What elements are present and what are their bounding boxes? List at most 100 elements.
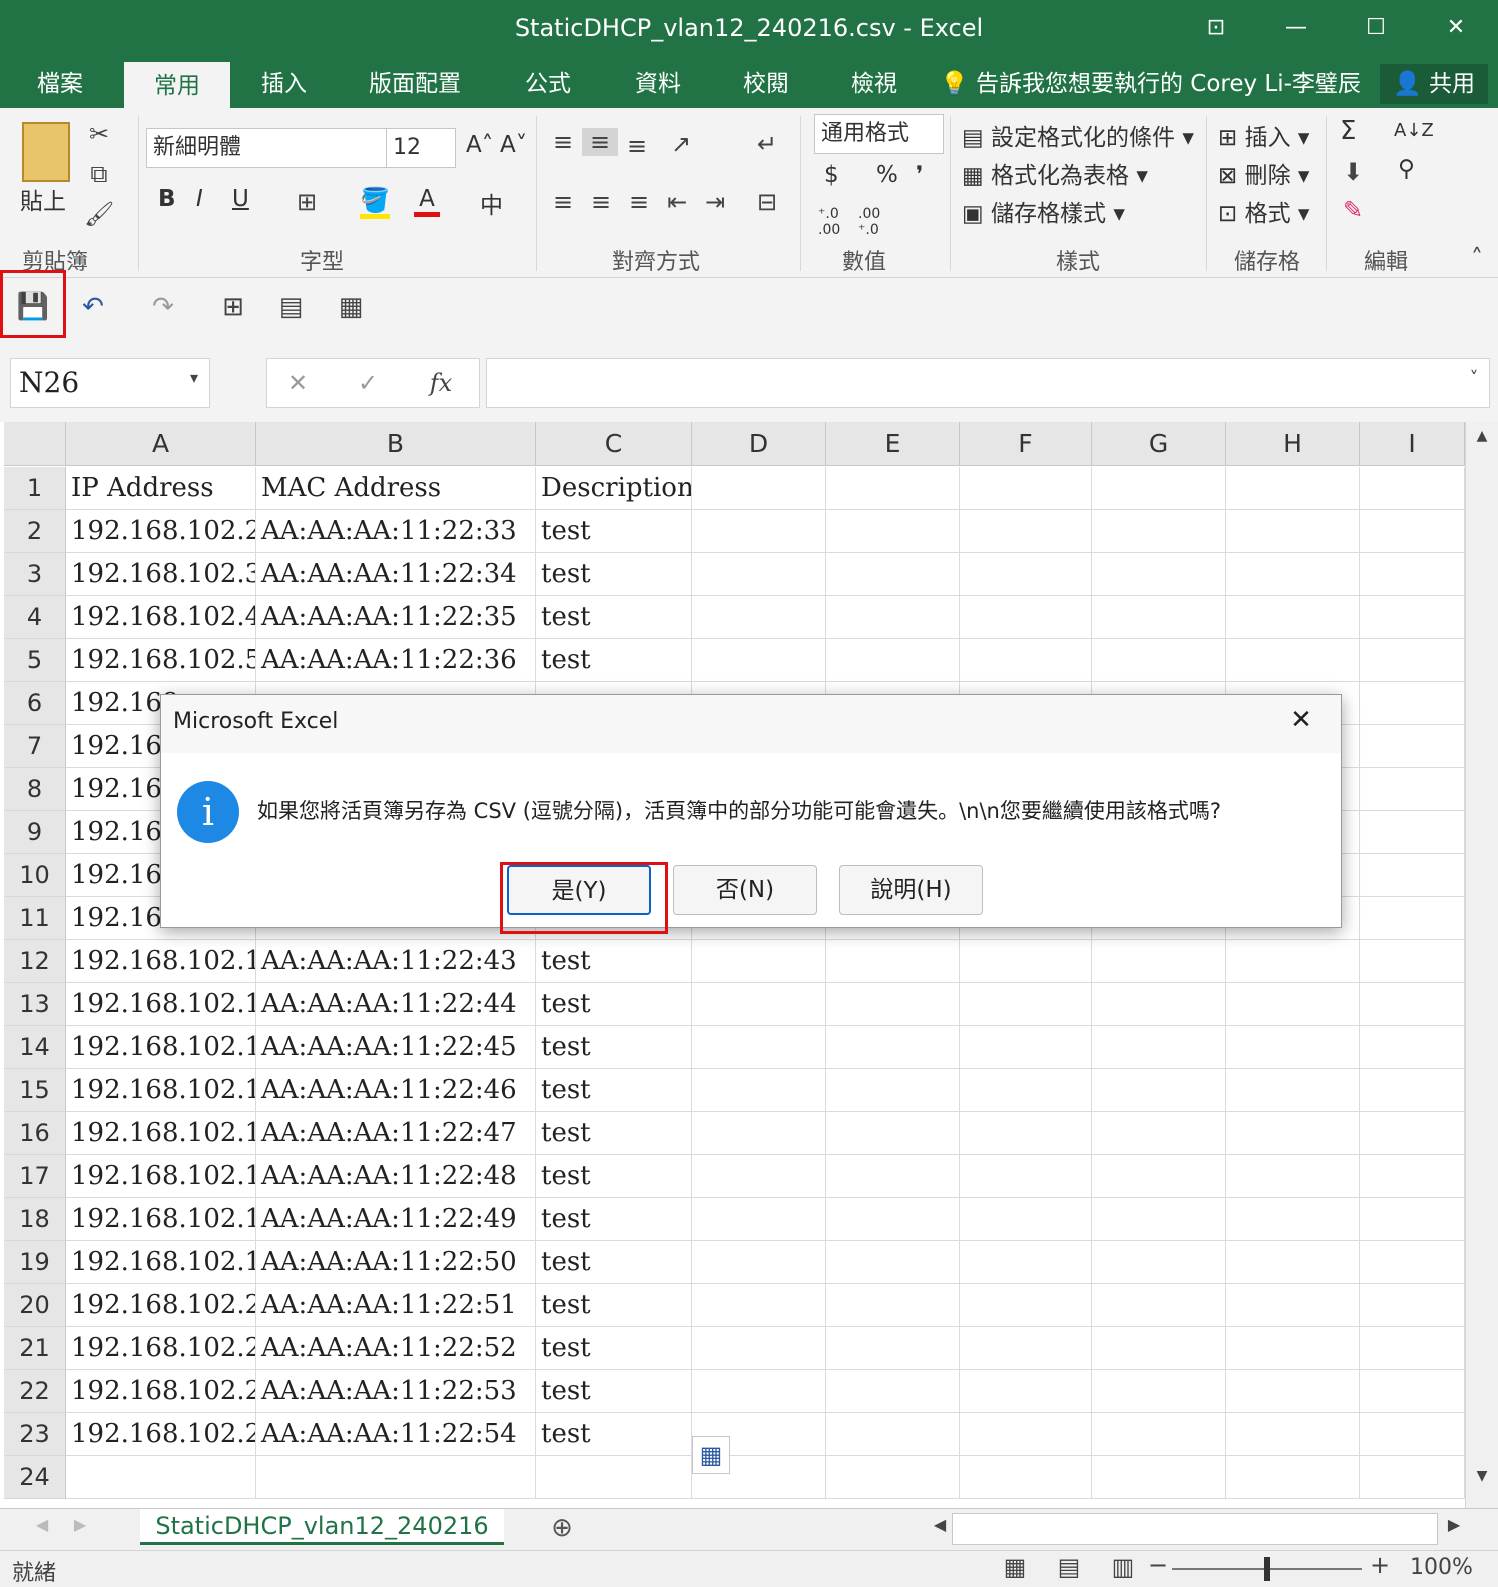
cell[interactable]: [692, 1069, 826, 1112]
bold-button[interactable]: B: [158, 186, 176, 212]
cell[interactable]: test: [536, 1413, 692, 1456]
cell[interactable]: AA:AA:AA:11:22:52: [256, 1327, 536, 1370]
decrease-indent-icon[interactable]: ⇤: [662, 188, 692, 216]
hscroll-left-icon[interactable]: ◀: [928, 1515, 952, 1534]
cell[interactable]: [1360, 1069, 1465, 1112]
cell[interactable]: 192.168.102.13: [66, 983, 256, 1026]
cell[interactable]: [960, 1069, 1092, 1112]
column-header-e[interactable]: E: [826, 422, 960, 466]
cell[interactable]: [1092, 1370, 1226, 1413]
tab-insert[interactable]: 插入: [236, 60, 332, 108]
borders-qat-icon[interactable]: ⊞: [216, 292, 250, 322]
cell[interactable]: [256, 1456, 536, 1499]
cell[interactable]: [1360, 1155, 1465, 1198]
row-header[interactable]: 11: [4, 897, 66, 940]
cell[interactable]: [1226, 1413, 1360, 1456]
row-header[interactable]: 14: [4, 1026, 66, 1069]
cell[interactable]: [1360, 1112, 1465, 1155]
cell[interactable]: [1092, 1198, 1226, 1241]
row-header[interactable]: 16: [4, 1112, 66, 1155]
prev-sheet-icon[interactable]: ◀: [30, 1515, 54, 1534]
row-header[interactable]: 17: [4, 1155, 66, 1198]
paste-icon[interactable]: [22, 122, 70, 182]
shrink-font-icon[interactable]: A˅: [500, 132, 527, 158]
cell[interactable]: [1360, 553, 1465, 596]
cell[interactable]: AA:AA:AA:11:22:34: [256, 553, 536, 596]
cell[interactable]: AA:AA:AA:11:22:45: [256, 1026, 536, 1069]
align-right-icon[interactable]: ≡: [624, 188, 654, 216]
cell[interactable]: [1092, 983, 1226, 1026]
column-header-f[interactable]: F: [960, 422, 1092, 466]
cell[interactable]: [826, 1069, 960, 1112]
cell[interactable]: [1092, 1112, 1226, 1155]
cell[interactable]: test: [536, 983, 692, 1026]
cell[interactable]: [826, 1112, 960, 1155]
cell[interactable]: [1360, 1413, 1465, 1456]
dialog-close-icon[interactable]: ✕: [1283, 705, 1319, 735]
undo-icon[interactable]: ↶: [76, 292, 110, 322]
cell[interactable]: test: [536, 1370, 692, 1413]
cell[interactable]: test: [536, 639, 692, 682]
close-window-button[interactable]: ✕: [1436, 10, 1476, 46]
cell[interactable]: [1226, 1198, 1360, 1241]
cell[interactable]: 192.168.102.3: [66, 553, 256, 596]
cancel-icon[interactable]: ✕: [283, 369, 313, 397]
page-layout-view-icon[interactable]: ▤: [1054, 1553, 1084, 1581]
cell[interactable]: [1226, 510, 1360, 553]
cell[interactable]: test: [536, 940, 692, 983]
insert-cells-button[interactable]: ⊞ 插入 ▾: [1218, 118, 1309, 152]
cell[interactable]: [1226, 1284, 1360, 1327]
cell[interactable]: [1360, 1026, 1465, 1069]
cell[interactable]: test: [536, 510, 692, 553]
cell[interactable]: [960, 1284, 1092, 1327]
grid-qat-icon[interactable]: ▦: [334, 292, 368, 322]
cell[interactable]: [1360, 596, 1465, 639]
paste-label[interactable]: 貼上: [20, 182, 66, 216]
tab-file[interactable]: 檔案: [10, 60, 110, 108]
cell[interactable]: test: [536, 1155, 692, 1198]
cell[interactable]: [1226, 1456, 1360, 1499]
conditional-format-button[interactable]: ▤ 設定格式化的條件 ▾: [962, 118, 1194, 152]
cell[interactable]: [960, 1155, 1092, 1198]
cell[interactable]: [826, 940, 960, 983]
cell[interactable]: [960, 467, 1092, 510]
cell[interactable]: [692, 553, 826, 596]
row-header[interactable]: 19: [4, 1241, 66, 1284]
cell[interactable]: [826, 1413, 960, 1456]
cell[interactable]: AA:AA:AA:11:22:49: [256, 1198, 536, 1241]
underline-button[interactable]: U: [232, 186, 249, 212]
tell-me-box[interactable]: 💡 告訴我您想要執行的 Corey Li-李璧辰: [940, 60, 1361, 108]
cell[interactable]: test: [536, 1198, 692, 1241]
cell[interactable]: [1226, 553, 1360, 596]
cell[interactable]: [692, 1327, 826, 1370]
cell[interactable]: [826, 1198, 960, 1241]
align-bottom-icon[interactable]: ≡: [622, 132, 652, 160]
cell[interactable]: AA:AA:AA:11:22:35: [256, 596, 536, 639]
formula-input[interactable]: [486, 358, 1490, 408]
cell[interactable]: [826, 1241, 960, 1284]
zoom-out-button[interactable]: −: [1146, 1551, 1170, 1579]
cell[interactable]: [826, 553, 960, 596]
cell[interactable]: AA:AA:AA:11:22:46: [256, 1069, 536, 1112]
currency-button[interactable]: $: [824, 162, 839, 188]
expand-formula-bar-icon[interactable]: ˅: [1462, 368, 1486, 389]
cell[interactable]: [1226, 1241, 1360, 1284]
cell[interactable]: [692, 940, 826, 983]
row-header[interactable]: 4: [4, 596, 66, 639]
cell[interactable]: [960, 1456, 1092, 1499]
cell[interactable]: [960, 1112, 1092, 1155]
tab-data[interactable]: 資料: [610, 60, 706, 108]
cell[interactable]: [692, 983, 826, 1026]
column-header-c[interactable]: C: [536, 422, 692, 466]
cell[interactable]: 192.168.102.18: [66, 1198, 256, 1241]
tab-page-layout[interactable]: 版面配置: [350, 60, 480, 108]
cell[interactable]: AA:AA:AA:11:22:51: [256, 1284, 536, 1327]
borders-icon[interactable]: ⊞: [292, 188, 322, 216]
cell[interactable]: test: [536, 596, 692, 639]
normal-view-icon[interactable]: ▦: [1000, 1553, 1030, 1581]
select-all-corner[interactable]: [4, 422, 66, 466]
cell[interactable]: [826, 510, 960, 553]
cell[interactable]: test: [536, 1327, 692, 1370]
row-header[interactable]: 10: [4, 854, 66, 897]
cell[interactable]: 192.168.102.15: [66, 1069, 256, 1112]
